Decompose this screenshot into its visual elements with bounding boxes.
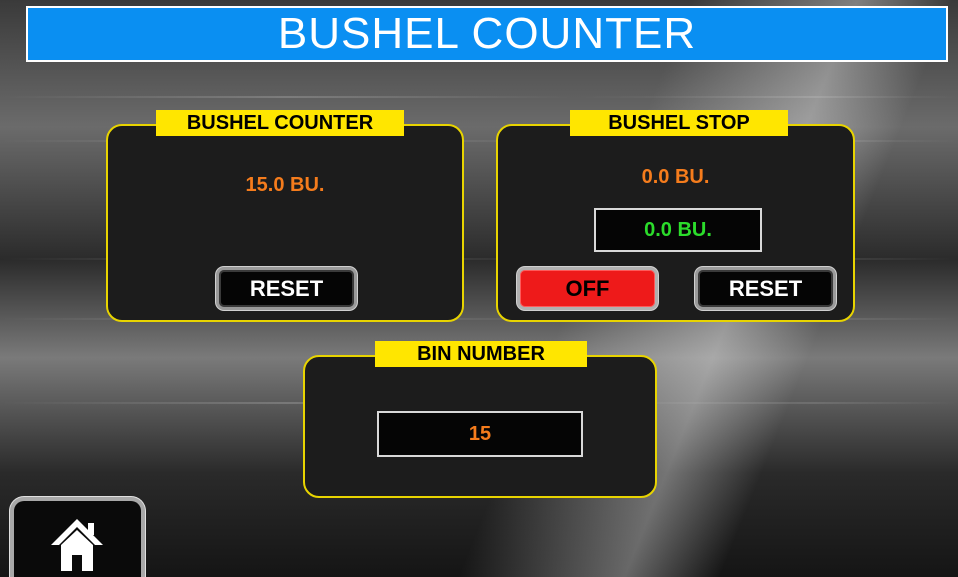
bushel-counter-label: BUSHEL COUNTER (156, 110, 404, 136)
bushel-counter-value: 15.0 BU. (245, 174, 325, 196)
bin-number-panel: BIN NUMBER 15 (303, 341, 657, 498)
home-icon (51, 519, 103, 571)
bushel-stop-current-value: 0.0 BU. (641, 166, 710, 188)
bin-number-input[interactable]: 15 (377, 411, 583, 457)
bin-number-label: BIN NUMBER (375, 341, 587, 367)
bushel-counter-reset-button[interactable]: RESET (216, 267, 357, 310)
bushel-stop-setpoint-input[interactable]: 0.0 BU. (594, 208, 762, 252)
bushel-stop-off-toggle[interactable]: OFF (517, 267, 658, 310)
bushel-stop-label: BUSHEL STOP (570, 110, 788, 136)
page-title: BUSHEL COUNTER (26, 6, 948, 62)
home-button[interactable] (10, 497, 145, 577)
bushel-counter-panel: BUSHEL COUNTER 15.0 BU. RESET (106, 110, 464, 322)
bushel-stop-panel: BUSHEL STOP 0.0 BU. 0.0 BU. OFF RESET (496, 110, 855, 322)
bushel-stop-reset-button[interactable]: RESET (695, 267, 836, 310)
